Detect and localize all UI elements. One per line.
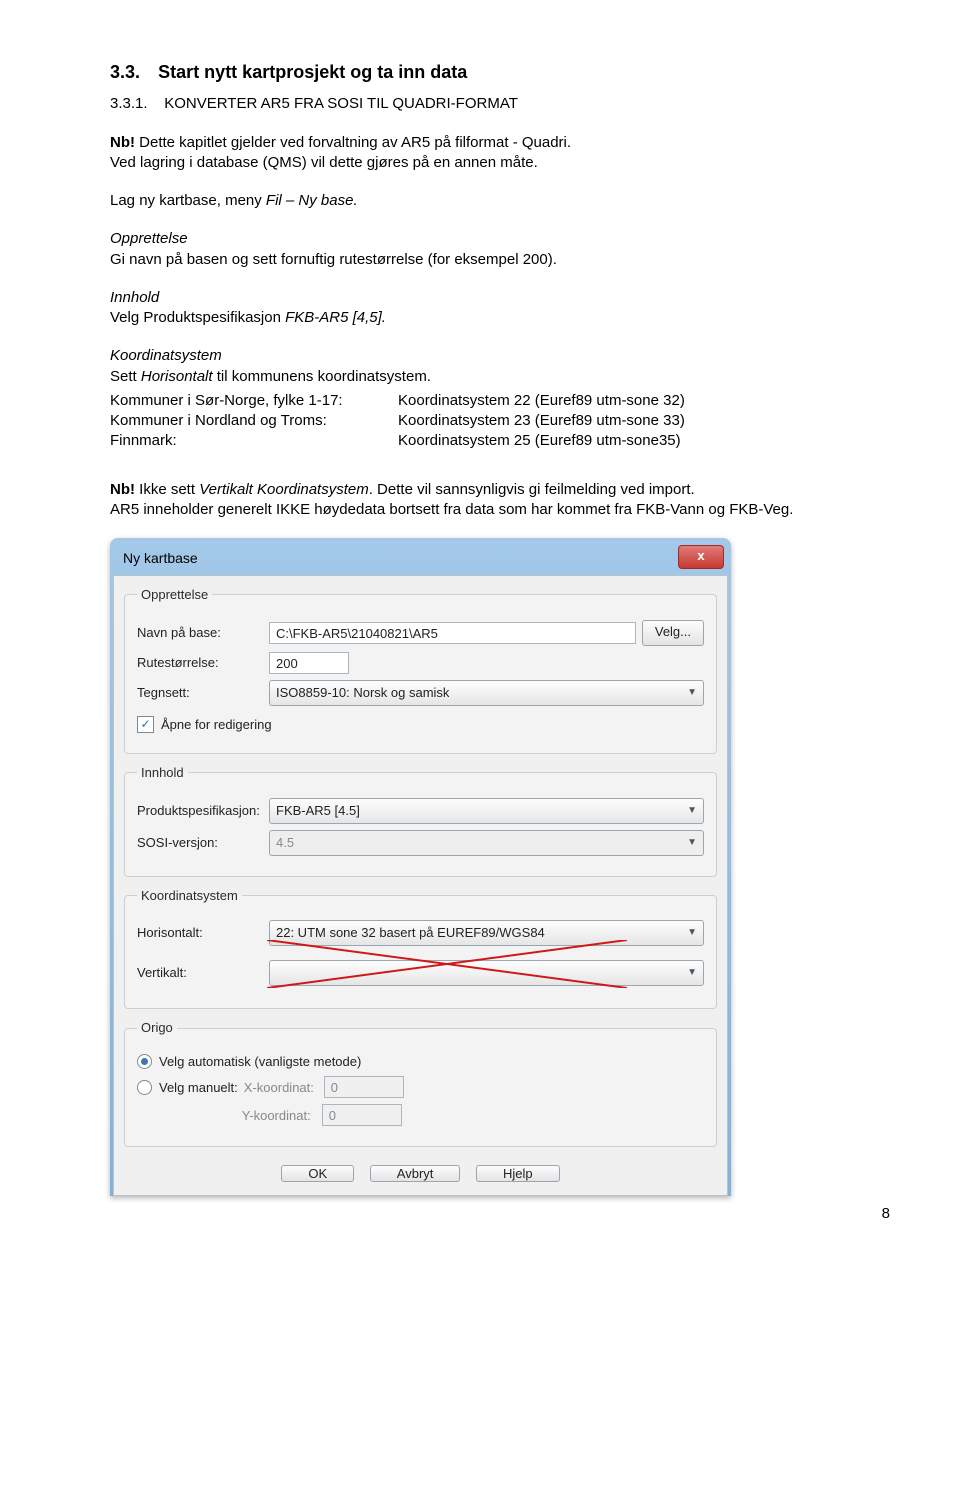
chevron-down-icon: ▼ (687, 682, 697, 704)
dialog-ny-kartbase: Ny kartbase x Opprettelse Navn på base: … (110, 538, 731, 1196)
input-navn[interactable]: C:\FKB-AR5\21040821\AR5 (269, 622, 636, 644)
chevron-down-icon: ▼ (687, 832, 697, 854)
chevron-down-icon: ▼ (687, 962, 697, 984)
koord-row-r: Koordinatsystem 25 (Euref89 utm-sone35) (398, 431, 693, 451)
legend-origo: Origo (137, 1019, 177, 1037)
p-lag-i: Fil – Ny base. (266, 192, 358, 209)
p-lag-a: Lag ny kartbase, meny (110, 192, 266, 209)
group-innhold: Innhold Produktspesifikasjon: FKB-AR5 [4… (124, 764, 717, 877)
opp-body: Gi navn på basen og sett fornuftig rutes… (110, 251, 557, 268)
inn-title: Innhold (110, 289, 159, 306)
p-opprettelse: Opprettelse Gi navn på basen og sett for… (110, 229, 900, 270)
p-lag-ny: Lag ny kartbase, meny Fil – Ny base. (110, 191, 900, 211)
chevron-down-icon: ▼ (687, 922, 697, 944)
koord-row-l: Finnmark: (110, 431, 398, 451)
label-horisontalt: Horisontalt: (137, 924, 269, 942)
subheading-3-3-1: 3.3.1. KONVERTER AR5 FRA SOSI TIL QUADRI… (110, 94, 900, 114)
input-ykoord: 0 (322, 1104, 402, 1126)
label-vertikalt: Vertikalt: (137, 964, 269, 982)
warn-a: Ikke sett (135, 481, 199, 498)
warn-c: AR5 inneholder generelt IKKE høydedata b… (110, 501, 793, 518)
koord-si: Horisontalt (141, 368, 213, 385)
label-tegnsett: Tegnsett: (137, 684, 269, 702)
dropdown-value: ISO8859-10: Norsk og samisk (276, 682, 449, 704)
avbryt-button[interactable]: Avbryt (370, 1165, 461, 1182)
table-row: Kommuner i Nordland og Troms: Koordinats… (110, 411, 693, 431)
chevron-down-icon: ▼ (687, 800, 697, 822)
p-innhold: Innhold Velg Produktspesifikasjon FKB-AR… (110, 288, 900, 329)
group-opprettelse: Opprettelse Navn på base: C:\FKB-AR5\210… (124, 586, 717, 754)
intro-line2: Ved lagring i database (QMS) vil dette g… (110, 154, 538, 171)
radio-manuelt[interactable] (137, 1080, 152, 1095)
group-koord: Koordinatsystem Horisontalt: 22: UTM son… (124, 887, 717, 1010)
koord-title: Koordinatsystem (110, 347, 222, 364)
dialog-titlebar[interactable]: Ny kartbase x (113, 541, 728, 575)
label-navn: Navn på base: (137, 624, 269, 642)
page-number: 8 (110, 1204, 900, 1224)
warn-nb: Nb! (110, 481, 135, 498)
dropdown-value (276, 962, 280, 984)
radio-auto-label: Velg automatisk (vanligste metode) (159, 1053, 361, 1071)
nb-label: Nb! (110, 134, 135, 151)
heading-text: Start nytt kartprosjekt og ta inn data (158, 62, 467, 82)
koord-row-l: Kommuner i Nordland og Troms: (110, 411, 398, 431)
warning-paragraph: Nb! Ikke sett Vertikalt Koordinatsystem.… (110, 480, 900, 521)
dropdown-vertikalt[interactable]: ▼ (269, 960, 704, 986)
label-ykoord: Y-koordinat: (242, 1107, 322, 1125)
radio-manuelt-label: Velg manuelt: (159, 1079, 238, 1097)
close-button[interactable]: x (678, 545, 724, 569)
koord-sb: til kommunens koordinatsystem. (213, 368, 431, 385)
dropdown-prodspes[interactable]: FKB-AR5 [4.5] ▼ (269, 798, 704, 824)
koord-row-l: Kommuner i Sør-Norge, fylke 1-17: (110, 391, 398, 411)
koord-table: Kommuner i Sør-Norge, fylke 1-17: Koordi… (110, 391, 693, 452)
checkbox-label: Åpne for redigering (161, 716, 272, 734)
dropdown-value: 4.5 (276, 832, 294, 854)
heading-3-3: 3.3. Start nytt kartprosjekt og ta inn d… (110, 60, 900, 84)
label-xkoord: X-koordinat: (244, 1079, 324, 1097)
koord-sa: Sett (110, 368, 141, 385)
label-rute: Rutestørrelse: (137, 654, 269, 672)
input-xkoord: 0 (324, 1076, 404, 1098)
opp-title: Opprettelse (110, 230, 188, 247)
intro-paragraph: Nb! Dette kapitlet gjelder ved forvaltni… (110, 133, 900, 174)
koord-row-r: Koordinatsystem 22 (Euref89 utm-sone 32) (398, 391, 693, 411)
label-sosi: SOSI-versjon: (137, 834, 269, 852)
intro-line1: Dette kapitlet gjelder ved forvaltning a… (135, 134, 571, 151)
dialog-body: Opprettelse Navn på base: C:\FKB-AR5\210… (113, 575, 728, 1196)
ok-button[interactable]: OK (281, 1165, 354, 1182)
label-prodspes: Produktspesifikasjon: (137, 802, 269, 820)
inn-body-a: Velg Produktspesifikasjon (110, 309, 285, 326)
close-icon: x (697, 548, 704, 563)
koord-row-r: Koordinatsystem 23 (Euref89 utm-sone 33) (398, 411, 693, 431)
dropdown-value: FKB-AR5 [4.5] (276, 800, 360, 822)
legend-innhold: Innhold (137, 764, 188, 782)
hjelp-button[interactable]: Hjelp (476, 1165, 560, 1182)
table-row: Finnmark: Koordinatsystem 25 (Euref89 ut… (110, 431, 693, 451)
checkbox-apne[interactable]: ✓ (137, 716, 154, 733)
dropdown-horisontalt[interactable]: 22: UTM sone 32 basert på EUREF89/WGS84 … (269, 920, 704, 946)
dialog-button-row: OK Avbryt Hjelp (124, 1157, 717, 1187)
velg-button[interactable]: Velg... (642, 620, 704, 646)
heading-num: 3.3. (110, 60, 154, 84)
input-rute[interactable]: 200 (269, 652, 349, 674)
warn-b: . Dette vil sannsynligvis gi feilmelding… (369, 481, 695, 498)
inn-body-b: FKB-AR5 [4,5]. (285, 309, 386, 326)
warn-i: Vertikalt Koordinatsystem (199, 481, 369, 498)
legend-opprettelse: Opprettelse (137, 586, 212, 604)
subheading-num: 3.3.1. (110, 94, 148, 114)
dropdown-value: 22: UTM sone 32 basert på EUREF89/WGS84 (276, 922, 545, 944)
p-koord: Koordinatsystem Sett Horisontalt til kom… (110, 346, 900, 451)
group-origo: Origo Velg automatisk (vanligste metode)… (124, 1019, 717, 1147)
subheading-text: KONVERTER AR5 FRA SOSI TIL QUADRI-FORMAT (164, 95, 518, 112)
radio-auto[interactable] (137, 1054, 152, 1069)
dropdown-sosi: 4.5 ▼ (269, 830, 704, 856)
table-row: Kommuner i Sør-Norge, fylke 1-17: Koordi… (110, 391, 693, 411)
legend-koord: Koordinatsystem (137, 887, 242, 905)
dropdown-tegnsett[interactable]: ISO8859-10: Norsk og samisk ▼ (269, 680, 704, 706)
dialog-title: Ny kartbase (123, 550, 198, 566)
